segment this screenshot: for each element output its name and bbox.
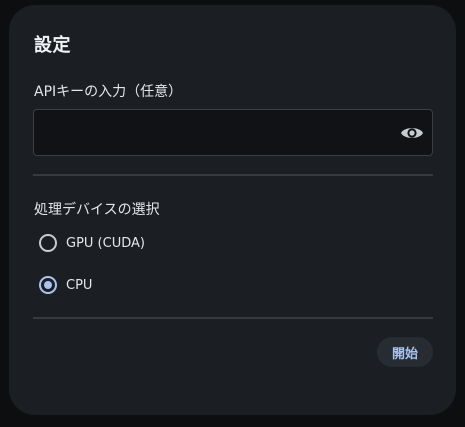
radio-option-cpu[interactable]: CPU xyxy=(39,274,92,296)
radio-selected-dot xyxy=(44,281,52,289)
section-divider xyxy=(33,317,433,319)
radio-cpu[interactable] xyxy=(39,276,57,294)
radio-option-gpu[interactable]: GPU (CUDA) xyxy=(39,232,145,254)
settings-dialog: 設定 APIキーの入力（任意） 処理デバイスの選択 GPU (CUDA) CPU… xyxy=(9,5,456,415)
radio-gpu[interactable] xyxy=(39,234,57,252)
eye-icon[interactable] xyxy=(400,122,424,144)
start-button[interactable]: 開始 xyxy=(377,337,433,367)
device-label: 処理デバイスの選択 xyxy=(34,202,160,218)
radio-label-gpu: GPU (CUDA) xyxy=(66,235,145,251)
radio-label-cpu: CPU xyxy=(66,277,93,293)
api-key-label: APIキーの入力（任意） xyxy=(34,84,183,100)
section-divider xyxy=(33,174,433,176)
api-key-input[interactable] xyxy=(42,116,396,151)
dialog-title: 設定 xyxy=(34,35,71,56)
api-key-field[interactable] xyxy=(33,109,433,156)
